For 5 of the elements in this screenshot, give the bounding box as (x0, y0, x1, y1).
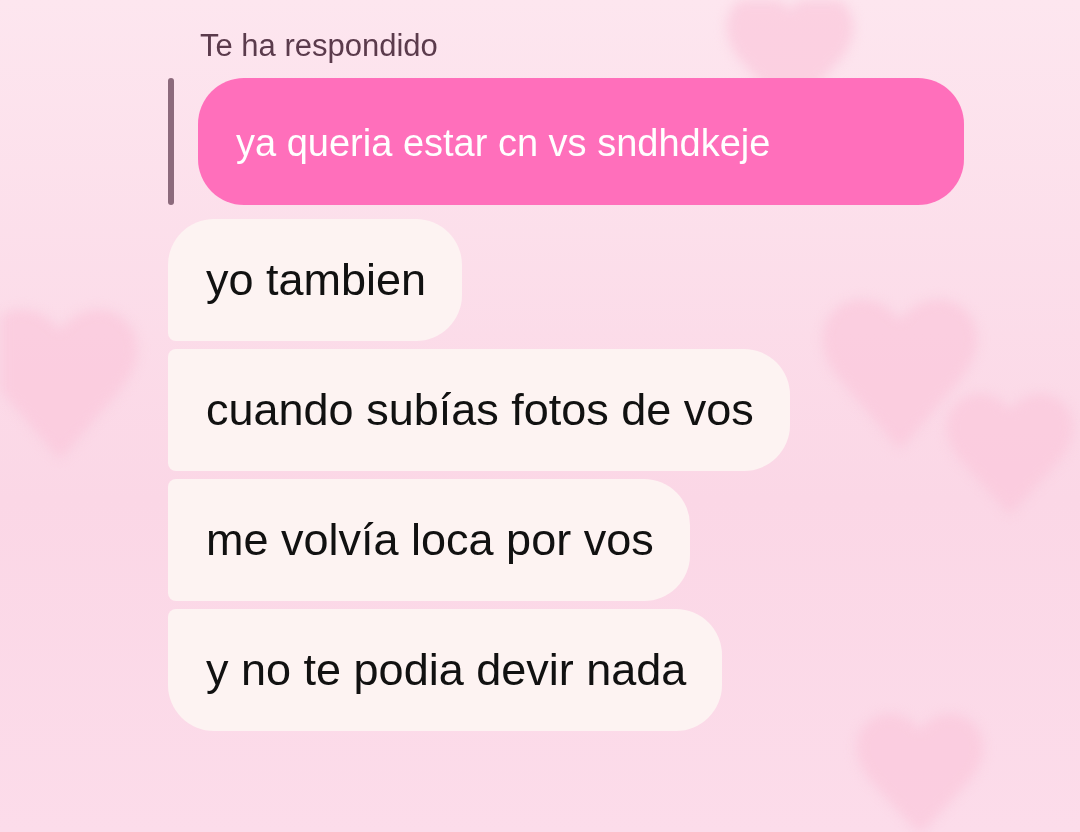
reply-label: Te ha respondido (200, 28, 439, 64)
message-bubble[interactable]: cuando subías fotos de vos (168, 349, 790, 471)
message-bubble[interactable]: me volvía loca por vos (168, 479, 690, 601)
message-bubble[interactable]: y no te podia devir nada (168, 609, 723, 731)
message-bubble[interactable]: yo tambien (168, 219, 463, 341)
